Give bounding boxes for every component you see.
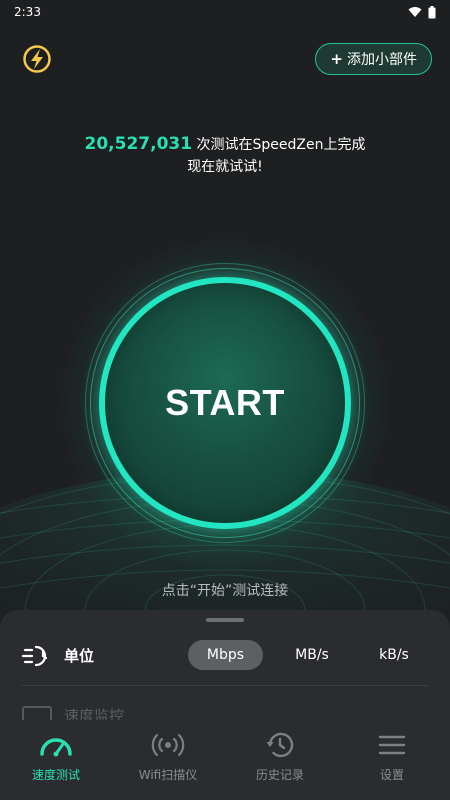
menu-icon — [378, 735, 406, 755]
plus-icon: + — [330, 50, 343, 68]
headline-suffix: 次测试在SpeedZen上完成 — [192, 137, 366, 153]
status-icons — [408, 5, 436, 19]
wifi-signal-icon — [151, 733, 185, 757]
tab-history[interactable]: 历史记录 — [224, 730, 336, 783]
tab-label: 历史记录 — [255, 768, 304, 782]
bottom-tab-bar: 速度测试 Wifi扫描仪 历史记录 设置 — [0, 720, 450, 800]
test-count: 20,527,031 — [84, 134, 193, 154]
tab-speed-test[interactable]: 速度测试 — [0, 730, 112, 783]
unit-clock-icon — [22, 645, 48, 667]
start-button[interactable]: START — [99, 277, 351, 529]
status-time: 2:33 — [14, 5, 41, 19]
add-widget-label: 添加小部件 — [347, 52, 417, 68]
tab-label: 设置 — [379, 768, 404, 782]
tab-label: Wifi扫描仪 — [138, 768, 198, 782]
app-logo-icon — [23, 45, 51, 73]
tab-label: 速度测试 — [31, 768, 80, 782]
sheet-drag-handle[interactable] — [206, 618, 244, 622]
unit-row: 单位 Mbps MB/s kB/s — [0, 637, 450, 673]
unit-label: 单位 — [64, 647, 95, 665]
unit-option-label: MB/s — [295, 647, 329, 663]
tab-wifi-scanner[interactable]: Wifi扫描仪 — [112, 730, 224, 783]
unit-option-kbytes[interactable]: kB/s — [360, 640, 428, 670]
battery-icon — [428, 5, 436, 18]
start-label: START — [165, 382, 285, 423]
unit-option-mbps[interactable]: Mbps — [188, 640, 263, 670]
test-count-headline: 20,527,031 次测试在SpeedZen上完成 现在就试试! — [0, 133, 450, 178]
sheet-divider — [22, 685, 428, 686]
headline-line1: 20,527,031 次测试在SpeedZen上完成 — [0, 133, 450, 156]
wifi-status-icon — [408, 7, 422, 17]
tab-settings[interactable]: 设置 — [336, 730, 448, 783]
unit-option-mbytes[interactable]: MB/s — [276, 640, 348, 670]
status-bar: 2:33 — [0, 0, 450, 24]
add-widget-button[interactable]: + 添加小部件 — [315, 43, 432, 75]
start-hint: 点击“开始”测试连接 — [161, 583, 289, 599]
unit-option-label: Mbps — [206, 647, 245, 663]
unit-option-label: kB/s — [379, 647, 409, 663]
speedometer-icon — [40, 738, 72, 757]
headline-line2: 现在就试试! — [187, 159, 263, 175]
history-icon — [266, 732, 294, 758]
